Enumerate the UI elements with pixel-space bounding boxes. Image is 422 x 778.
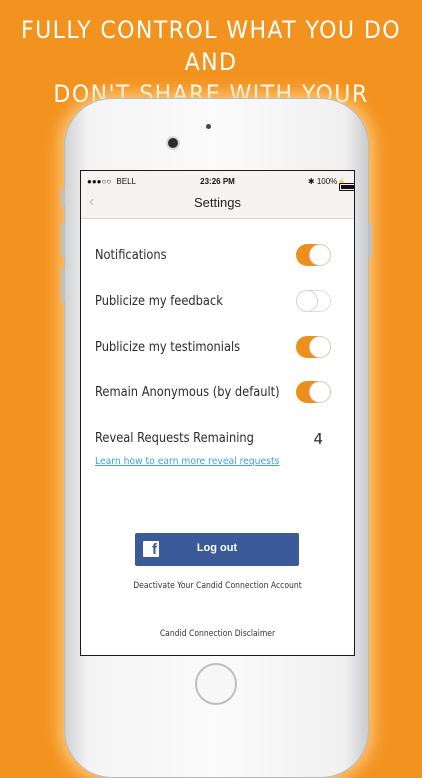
facebook-logout-button[interactable]: f Log out bbox=[135, 533, 299, 566]
deactivate-account-link[interactable]: Deactivate Your Candid Connection Accoun… bbox=[95, 581, 341, 591]
battery-icon bbox=[339, 183, 354, 191]
reveal-requests-row: Reveal Requests Remaining 4 bbox=[95, 426, 331, 452]
home-button bbox=[195, 663, 237, 705]
promo-line-1: FULLY CONTROL WHAT YOU DO AND bbox=[21, 16, 401, 76]
publicize-feedback-toggle[interactable] bbox=[296, 290, 331, 312]
publicize-testimonials-toggle[interactable] bbox=[296, 336, 331, 358]
setting-row-remain-anonymous: Remain Anonymous (by default) bbox=[95, 380, 331, 406]
phone-speaker bbox=[206, 124, 211, 129]
volume-up-button bbox=[61, 223, 65, 257]
nav-bar: ‹ Settings bbox=[81, 191, 354, 219]
notifications-toggle[interactable] bbox=[296, 244, 331, 266]
setting-label: Publicize my feedback bbox=[95, 294, 223, 309]
volume-down-button bbox=[61, 268, 65, 302]
toggle-knob bbox=[310, 337, 330, 357]
setting-label: Publicize my testimonials bbox=[95, 340, 241, 355]
phone-frame: ●●●○○ BELL 23:26 PM ✱ 100% ⚡ ‹ Settings N… bbox=[61, 98, 372, 778]
battery-percent: 100% bbox=[316, 177, 338, 186]
bluetooth-icon: ✱ bbox=[307, 177, 315, 186]
status-bar: ●●●○○ BELL 23:26 PM ✱ 100% ⚡ bbox=[81, 171, 354, 191]
setting-row-publicize-feedback: Publicize my feedback bbox=[95, 289, 331, 315]
disclaimer-link[interactable]: Candid Connection Disclaimer bbox=[95, 629, 341, 639]
back-chevron-icon[interactable]: ‹ bbox=[89, 191, 94, 213]
front-camera bbox=[168, 138, 178, 148]
toggle-knob bbox=[297, 291, 317, 311]
setting-label: Remain Anonymous (by default) bbox=[95, 385, 280, 400]
toggle-knob bbox=[310, 245, 330, 265]
setting-row-notifications: Notifications bbox=[95, 243, 331, 269]
mute-switch bbox=[61, 188, 65, 206]
status-right: ✱ 100% ⚡ bbox=[307, 177, 354, 191]
logout-label: Log out bbox=[196, 542, 238, 554]
toggle-knob bbox=[310, 382, 330, 402]
reveal-requests-count: 4 bbox=[313, 430, 323, 448]
reveal-requests-label: Reveal Requests Remaining bbox=[95, 431, 254, 446]
page-title: Settings bbox=[194, 195, 241, 210]
setting-row-publicize-testimonials: Publicize my testimonials bbox=[95, 335, 331, 361]
app-screen: ●●●○○ BELL 23:26 PM ✱ 100% ⚡ ‹ Settings N… bbox=[80, 170, 355, 656]
setting-label: Notifications bbox=[95, 248, 167, 263]
remain-anonymous-toggle[interactable] bbox=[296, 381, 331, 403]
power-button bbox=[368, 223, 372, 257]
learn-reveal-requests-link[interactable]: Learn how to earn more reveal requests bbox=[95, 456, 279, 467]
